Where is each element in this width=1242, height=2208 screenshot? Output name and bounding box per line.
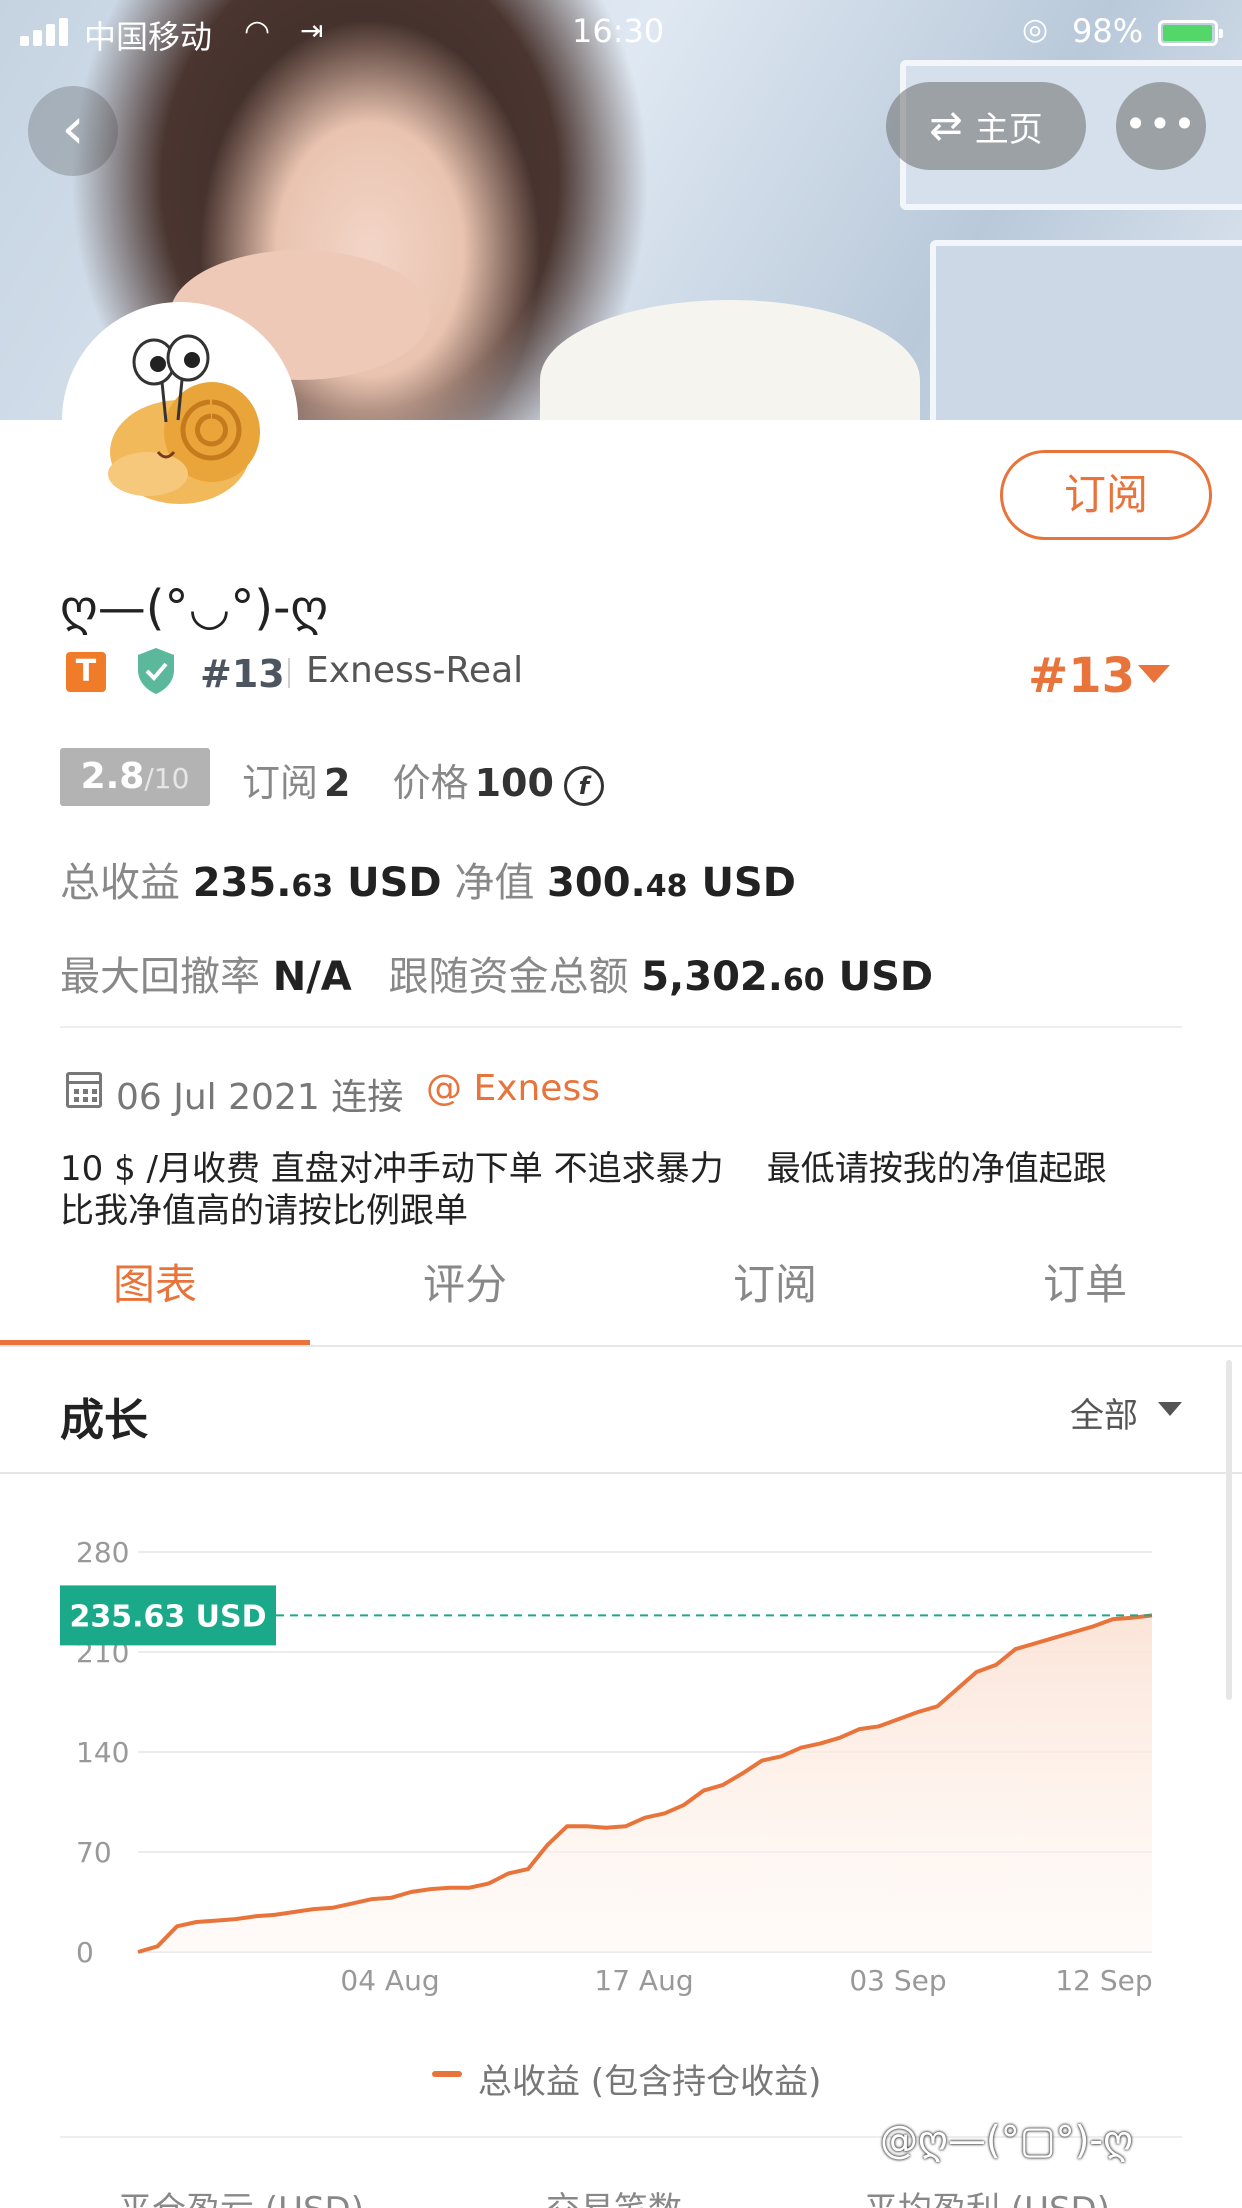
series-area bbox=[138, 1615, 1152, 1952]
tab-rating[interactable]: 评分 bbox=[310, 1250, 620, 1346]
tab-chart[interactable]: 图表 bbox=[0, 1250, 310, 1346]
carrier-name: 中国移动 bbox=[84, 18, 213, 56]
swap-icon: ⇄ bbox=[929, 103, 963, 149]
photo-clothing bbox=[540, 300, 920, 420]
caret-down-icon[interactable] bbox=[1138, 665, 1170, 683]
y-tick-label: 280 bbox=[76, 1536, 129, 1569]
subscribers-value: 2 bbox=[324, 761, 351, 805]
divider bbox=[60, 1026, 1182, 1028]
range-select[interactable]: 全部 bbox=[1070, 1388, 1138, 1437]
max-drawdown-value: N/A bbox=[272, 954, 352, 1000]
y-tick-label: 0 bbox=[76, 1936, 94, 1969]
drawdown-row: 最大回撤率 N/A 跟随资金总额 5,302.60 USD bbox=[60, 944, 933, 1002]
equity-dec: 48 bbox=[645, 869, 688, 904]
back-button[interactable]: ‹ bbox=[28, 86, 118, 176]
y-tick-label: 70 bbox=[76, 1836, 112, 1869]
tab-subscribe[interactable]: 订阅 bbox=[620, 1250, 930, 1346]
profile-description: 10 $ /月收费 直盘对冲手动下单 不追求暴力 最低请按我的净值起跟 比我净值… bbox=[60, 1149, 1107, 1231]
status-bar: 中国移动 ◠ ⇥ 16:30 ◎ 98% bbox=[0, 0, 1242, 64]
stat-header: 平仓盈亏 (USD) bbox=[118, 2182, 364, 2208]
verified-shield-icon bbox=[138, 648, 174, 694]
stat-header: 交易笔数 bbox=[546, 2182, 682, 2208]
score-badge: 2.8/10 bbox=[60, 748, 210, 806]
score-value: 2.8 bbox=[80, 756, 145, 797]
total-profit-unit: USD bbox=[347, 860, 442, 906]
rank-dropdown[interactable]: #13 bbox=[1028, 648, 1135, 704]
battery-icon bbox=[1158, 20, 1223, 46]
total-profit-label: 总收益 bbox=[60, 860, 180, 906]
chevron-left-icon: ‹ bbox=[61, 94, 85, 162]
rank-label: #13 bbox=[200, 652, 285, 696]
divider bbox=[0, 1345, 1242, 1347]
watermark: @ღ—(°▢°)-ღ bbox=[880, 2118, 1134, 2162]
subscribe-button[interactable]: 订阅 bbox=[1000, 450, 1212, 540]
price-label: 价格 bbox=[392, 761, 469, 805]
total-profit-int: 235. bbox=[192, 860, 292, 906]
broker-link[interactable]: @ Exness bbox=[426, 1068, 600, 1109]
battery-percent: 98% bbox=[1072, 12, 1144, 50]
score-max: /10 bbox=[144, 762, 190, 795]
snail-avatar-icon bbox=[108, 334, 260, 504]
broker-account: Exness-Real bbox=[306, 650, 524, 691]
section-title: 成长 bbox=[60, 1395, 148, 1446]
equity-label: 净值 bbox=[454, 860, 535, 906]
follow-funds-int: 5,302. bbox=[641, 954, 783, 1000]
tab-bar: 图表 评分 订阅 订单 bbox=[0, 1250, 1242, 1346]
orientation-lock-icon: ◎ bbox=[1022, 12, 1049, 47]
subscribe-price-row: 订阅 2 价格 100 f bbox=[242, 752, 604, 807]
wifi-icon: ◠ bbox=[244, 14, 271, 49]
username: ღ—(°◡°)-ღ bbox=[60, 580, 329, 636]
x-tick-label: 12 Sep bbox=[1055, 1964, 1152, 1997]
divider bbox=[0, 1472, 1242, 1474]
trader-badge: T bbox=[66, 652, 106, 692]
profit-row: 总收益 235.63 USD 净值 300.48 USD bbox=[60, 850, 796, 908]
calendar-icon bbox=[66, 1072, 102, 1108]
divider bbox=[288, 658, 290, 688]
avatar[interactable] bbox=[62, 302, 298, 538]
home-button-label: 主页 bbox=[974, 109, 1043, 150]
coin-icon: f bbox=[563, 765, 604, 806]
total-profit-dec: 63 bbox=[291, 869, 334, 904]
more-icon: ••• bbox=[1124, 102, 1198, 146]
home-button[interactable]: ⇄ 主页 bbox=[886, 82, 1086, 170]
x-tick-label: 04 Aug bbox=[340, 1964, 439, 1997]
price-value: 100 bbox=[474, 761, 554, 805]
subscribers-label: 订阅 bbox=[242, 761, 319, 805]
signal-icon bbox=[20, 18, 70, 46]
legend-label: 总收益 (包含持仓收益) bbox=[478, 2062, 822, 2102]
equity-unit: USD bbox=[701, 860, 796, 906]
follow-funds-unit: USD bbox=[838, 954, 934, 1000]
x-tick-label: 17 Aug bbox=[594, 1964, 693, 1997]
current-value-label: 235.63 USD bbox=[69, 1599, 266, 1634]
legend-swatch bbox=[432, 2071, 462, 2077]
y-tick-label: 140 bbox=[76, 1736, 129, 1769]
background-shelf bbox=[930, 240, 1242, 420]
follow-funds-dec: 60 bbox=[782, 963, 825, 998]
growth-chart[interactable]: 28021014070004 Aug 17 Aug 03 Sep 12 Sep235.… bbox=[0, 1480, 1242, 2080]
caret-down-icon[interactable] bbox=[1158, 1402, 1182, 1416]
x-tick-label: 03 Sep bbox=[849, 1964, 946, 1997]
clock: 16:30 bbox=[572, 12, 665, 50]
more-button[interactable]: ••• bbox=[1116, 82, 1206, 170]
follow-funds-label: 跟随资金总额 bbox=[388, 954, 629, 1000]
connected-date: 06 Jul 2021 连接 bbox=[116, 1077, 404, 1118]
stat-header: 平均盈利 (USD) bbox=[864, 2182, 1110, 2208]
max-drawdown-label: 最大回撤率 bbox=[60, 954, 260, 1000]
location-icon: ⇥ bbox=[300, 14, 324, 47]
tab-orders[interactable]: 订单 bbox=[930, 1250, 1240, 1346]
equity-int: 300. bbox=[547, 860, 646, 906]
